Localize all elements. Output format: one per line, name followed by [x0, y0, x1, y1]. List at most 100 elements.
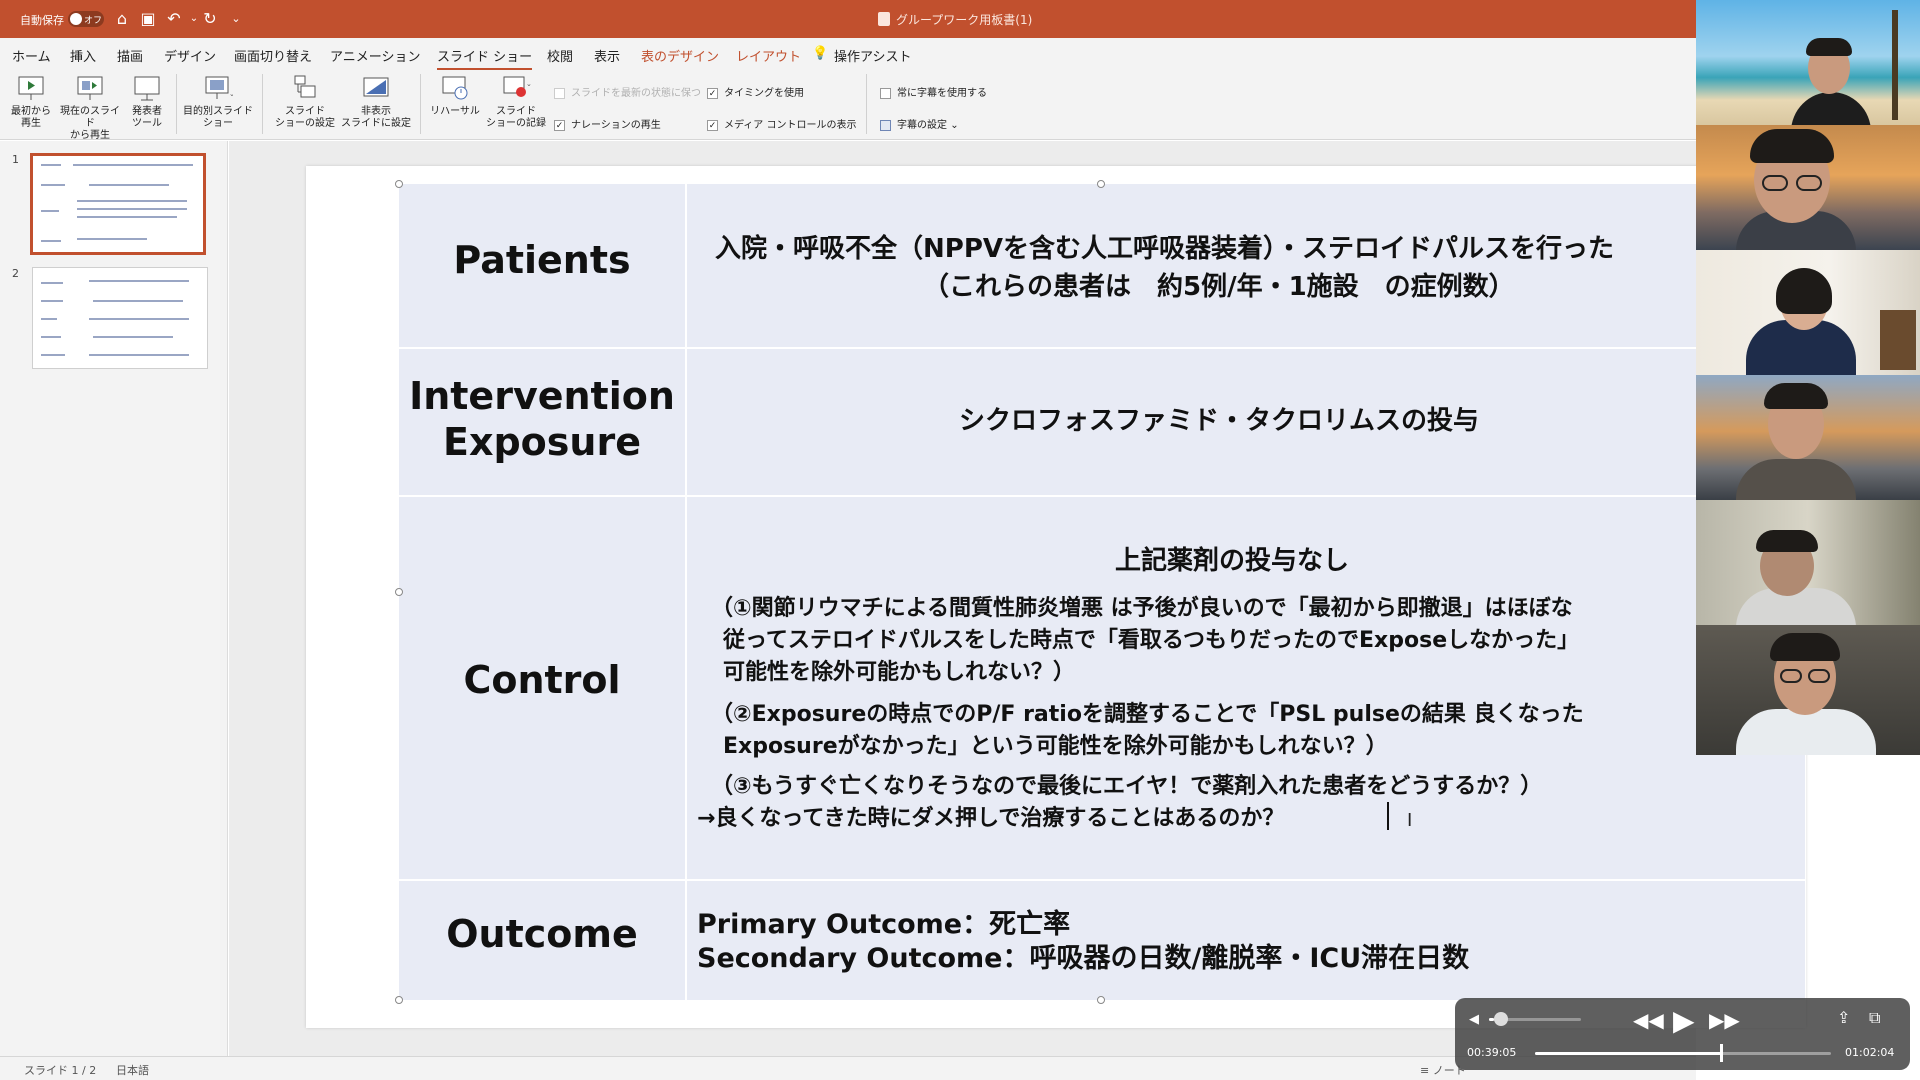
hide-slide-icon — [363, 77, 389, 97]
always-subtitles-checkbox[interactable]: 常に字幕を使用する — [880, 84, 987, 99]
media-controls-checkbox[interactable]: ✓ メディア コントロールの表示 — [707, 116, 856, 131]
control-title: 上記薬剤の投与なし — [1115, 546, 1350, 576]
tab-tell-me[interactable]: 操作アシスト — [834, 46, 911, 65]
play-from-current-icon — [77, 76, 103, 100]
document-title: グループワーク用板書(1) — [896, 13, 1033, 27]
slide-thumbnails-pane: 1 2 — [0, 141, 228, 1056]
tab-review[interactable]: 校閲 — [547, 46, 573, 65]
rewind-icon[interactable]: ◀◀ — [1633, 1008, 1664, 1032]
toggle-knob — [70, 13, 82, 25]
participant-video-1[interactable] — [1696, 0, 1920, 125]
autosave-label: 自動保存 — [20, 14, 64, 27]
presenter-view-button[interactable]: 発表者 ツール — [120, 74, 174, 130]
chevron-down-icon: ⌄ — [950, 120, 959, 131]
ribbon-divider — [262, 74, 263, 134]
tab-draw[interactable]: 描画 — [117, 46, 143, 65]
keep-updated-checkbox[interactable]: スライドを最新の状態に保つ — [554, 84, 701, 99]
play-icon[interactable]: ▶ — [1673, 1004, 1695, 1037]
ribbon-divider — [866, 74, 867, 134]
resize-handle[interactable] — [1097, 996, 1105, 1004]
resize-handle[interactable] — [395, 996, 403, 1004]
checkbox-label: スライドを最新の状態に保つ — [571, 88, 701, 99]
tab-animations[interactable]: アニメーション — [330, 46, 420, 65]
checkbox-box: ✓ — [707, 119, 718, 131]
media-player-controls: ◀ ◀◀ ▶ ▶▶ ⇪ ⧉ 00:39:05 01:02:04 — [1455, 998, 1910, 1070]
slide-thumbnail-2[interactable] — [32, 267, 208, 369]
tool-label: リハーサル — [430, 106, 480, 117]
tool-label: ショーの設定 — [275, 118, 335, 129]
volume-knob[interactable] — [1493, 1012, 1508, 1026]
slide-counter: スライド 1 / 2 — [24, 1064, 97, 1077]
tab-home[interactable]: ホーム — [12, 46, 51, 65]
control-line: Exposureがなかった」という可能性を除外可能かもしれない？） — [723, 734, 1388, 759]
slideshow-setup-button[interactable]: スライド ショーの設定 — [274, 74, 336, 130]
volume-icon[interactable]: ◀ — [1469, 1012, 1479, 1027]
play-narration-checkbox[interactable]: ✓ ナレーションの再生 — [554, 116, 661, 131]
autosave-toggle[interactable]: オフ — [68, 11, 104, 27]
redo-icon[interactable]: ↻ — [200, 9, 220, 29]
tab-view[interactable]: 表示 — [594, 46, 620, 65]
custom-show-icon: ⌄ — [205, 76, 233, 99]
ribbon-tabs: ホーム 挿入 描画 デザイン 画面切り替え アニメーション スライド ショー 校… — [0, 38, 1696, 70]
resize-handle[interactable] — [395, 588, 403, 596]
play-from-start-button[interactable]: 最初から 再生 — [4, 74, 58, 130]
participant-video-6[interactable] — [1696, 625, 1920, 755]
tool-label: ショー — [203, 118, 233, 129]
undo-icon[interactable]: ↶ — [164, 9, 184, 29]
patients-line-2: （これらの患者は 約5例/年・1施設 の症例数） — [923, 272, 1515, 302]
participant-video-2[interactable] — [1696, 125, 1920, 250]
label-patients: Patients — [453, 238, 631, 282]
tool-label: 非表示 — [361, 106, 391, 117]
subtitle-settings-button[interactable]: 字幕の設定 ⌄ — [880, 116, 959, 131]
home-icon[interactable]: ⌂ — [112, 9, 132, 29]
subtitle-icon — [880, 119, 891, 131]
seek-bar[interactable] — [1535, 1044, 1831, 1062]
tab-design[interactable]: デザイン — [164, 46, 216, 65]
tab-transitions[interactable]: 画面切り替え — [234, 46, 312, 65]
tool-label: 目的別スライド — [183, 106, 253, 117]
rehearse-button[interactable]: リハーサル — [426, 74, 484, 118]
tab-layout[interactable]: レイアウト — [736, 46, 801, 65]
tool-label: スライド — [285, 106, 325, 117]
thumbnail-number: 2 — [12, 267, 19, 280]
tab-table-design[interactable]: 表のデザイン — [641, 46, 719, 65]
thumbnail-number: 1 — [12, 153, 19, 166]
svg-text:⌄: ⌄ — [229, 90, 233, 98]
svg-text:⌄: ⌄ — [526, 80, 531, 88]
record-slideshow-button[interactable]: ⌄ スライド ショーの記録 — [484, 74, 548, 130]
language-indicator[interactable]: 日本語 — [116, 1062, 149, 1078]
label-exposure: Exposure — [443, 420, 641, 464]
tab-slideshow[interactable]: スライド ショー — [437, 46, 533, 70]
volume-slider[interactable] — [1489, 1012, 1581, 1026]
slide-thumbnail-1[interactable] — [30, 153, 206, 255]
participant-avatar — [1696, 125, 1920, 250]
save-icon[interactable]: ▣ — [138, 9, 158, 29]
resize-handle[interactable] — [395, 180, 403, 188]
seek-playhead[interactable] — [1720, 1044, 1724, 1062]
label-control: Control — [463, 658, 621, 702]
control-line: （③もうすぐ亡くなりそうなので最後にエイヤ！で薬剤入れた患者をどうするか？） — [711, 774, 1543, 799]
control-line: 従ってステロイドパルスをした時点で「看取るつもりだったのでExposeしなかった… — [723, 628, 1580, 653]
participant-video-5[interactable] — [1696, 500, 1920, 625]
picture-in-picture-icon[interactable]: ⧉ — [1869, 1008, 1880, 1028]
tool-label: スライド — [496, 106, 536, 117]
tab-insert[interactable]: 挿入 — [70, 46, 96, 65]
tool-label: 最初から — [11, 106, 51, 117]
tool-label: スライドに設定 — [341, 118, 411, 129]
use-timing-checkbox[interactable]: ✓ タイミングを使用 — [707, 84, 804, 99]
play-from-current-button[interactable]: 現在のスライド から再生 — [56, 74, 124, 142]
checkbox-box: ✓ — [554, 119, 565, 131]
customize-icon[interactable]: ⌄ — [226, 9, 246, 29]
control-line: （②Exposureの時点でのP/F ratioを調整することで「PSL pul… — [711, 702, 1584, 727]
share-icon[interactable]: ⇪ — [1837, 1008, 1850, 1027]
pico-table[interactable]: Patients Intervention Exposure Control O… — [395, 180, 1805, 1004]
resize-handle[interactable] — [1097, 180, 1105, 188]
column-divider — [685, 184, 687, 1000]
hide-slide-button[interactable]: 非表示 スライドに設定 — [340, 74, 412, 130]
control-line: （①関節リウマチによる間質性肺炎増悪 は予後が良いので「最初から即撤退」はほぼな — [711, 596, 1573, 621]
participant-video-3[interactable] — [1696, 250, 1920, 375]
participant-video-4[interactable] — [1696, 375, 1920, 500]
fast-forward-icon[interactable]: ▶▶ — [1709, 1008, 1740, 1032]
custom-slideshow-button[interactable]: ⌄ 目的別スライド ショー — [180, 74, 256, 130]
participant-avatar — [1696, 375, 1920, 500]
